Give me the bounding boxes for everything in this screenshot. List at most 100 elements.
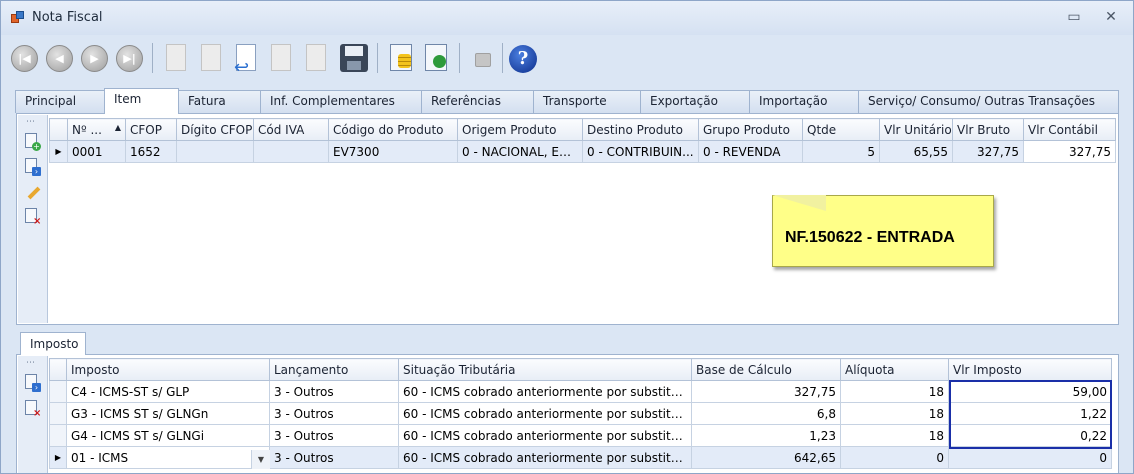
last-record-icon: ▶| bbox=[116, 45, 143, 72]
col-vlr-imposto[interactable]: Vlr Imposto bbox=[948, 358, 1112, 381]
cell-vlr-unitario[interactable]: 65,55 bbox=[879, 140, 953, 163]
cell-vlr-imposto[interactable]: 0,22 bbox=[948, 424, 1112, 447]
last-record-button[interactable]: ▶| bbox=[114, 41, 144, 75]
col-cfop[interactable]: CFOP bbox=[125, 118, 177, 141]
cell-origem-produto[interactable]: 0 - NACIONAL, EX... bbox=[457, 140, 583, 163]
add-item-button[interactable]: + bbox=[25, 133, 41, 151]
imposto-select[interactable]: 01 - ICMS bbox=[66, 446, 270, 469]
cell-lancamento[interactable]: 3 - Outros bbox=[269, 402, 399, 425]
cell-vlr-contabil[interactable]: 327,75 bbox=[1023, 140, 1116, 163]
edit-button[interactable] bbox=[196, 41, 226, 75]
col-destino-produto[interactable]: Destino Produto bbox=[582, 118, 699, 141]
cell-vlr-imposto[interactable]: 59,00 bbox=[948, 380, 1112, 403]
cell-situacao[interactable]: 60 - ICMS cobrado anteriormente por subs… bbox=[398, 424, 692, 447]
col-codigo-produto[interactable]: Código do Produto bbox=[328, 118, 458, 141]
cell-situacao[interactable]: 60 - ICMS cobrado anteriormente por subs… bbox=[398, 446, 692, 469]
grip-handle[interactable]: ⋯ bbox=[26, 117, 36, 127]
col-lancamento[interactable]: Lançamento bbox=[269, 358, 399, 381]
col-digito-cfop[interactable]: Dígito CFOP bbox=[176, 118, 254, 141]
new-button[interactable] bbox=[161, 41, 191, 75]
table-row[interactable]: C4 - ICMS-ST s/ GLP 3 - Outros 60 - ICMS… bbox=[49, 380, 1112, 403]
cell-codigo-produto[interactable]: EV7300 bbox=[328, 140, 458, 163]
col-imposto[interactable]: Imposto bbox=[66, 358, 270, 381]
close-button[interactable]: ✕ bbox=[1098, 7, 1124, 27]
grip-handle[interactable]: ⋯ bbox=[26, 358, 36, 368]
cell-vlr-bruto[interactable]: 327,75 bbox=[952, 140, 1024, 163]
insert-item-button[interactable]: › bbox=[25, 158, 41, 176]
cell-qtde[interactable]: 5 bbox=[802, 140, 880, 163]
col-situacao-tributaria[interactable]: Situação Tributária bbox=[398, 358, 692, 381]
tax-table: Imposto Lançamento Situação Tributária B… bbox=[49, 358, 1112, 469]
tab-exportacao[interactable]: Exportação bbox=[640, 90, 750, 113]
next-record-button[interactable]: ▶ bbox=[79, 41, 109, 75]
table-row[interactable]: G3 - ICMS ST s/ GLNGn 3 - Outros 60 - IC… bbox=[49, 402, 1112, 425]
tab-imposto[interactable]: Imposto bbox=[20, 332, 86, 355]
table-row[interactable]: G4 - ICMS ST s/ GLNGi 3 - Outros 60 - IC… bbox=[49, 424, 1112, 447]
cell-situacao[interactable]: 60 - ICMS cobrado anteriormente por subs… bbox=[398, 380, 692, 403]
row-indicator bbox=[49, 380, 67, 403]
save-button[interactable] bbox=[338, 41, 368, 75]
refresh-doc-button[interactable] bbox=[421, 41, 451, 75]
table-row[interactable]: ▶ 0001 1652 EV7300 0 - NACIONAL, EX... 0… bbox=[49, 140, 1116, 163]
redo-button[interactable] bbox=[301, 41, 331, 75]
cell-aliquota[interactable]: 0 bbox=[840, 446, 949, 469]
cell-digito-cfop[interactable] bbox=[176, 140, 254, 163]
col-origem-produto[interactable]: Origem Produto bbox=[457, 118, 583, 141]
col-numero[interactable]: Nº ... ▲ bbox=[67, 118, 126, 141]
cell-vlr-imposto[interactable]: 1,22 bbox=[948, 402, 1112, 425]
minimize-button[interactable]: ▭ bbox=[1061, 7, 1087, 27]
row-indicator-header bbox=[49, 358, 67, 381]
cell-base-calculo[interactable]: 642,65 bbox=[691, 446, 841, 469]
first-record-button[interactable]: |◀ bbox=[9, 41, 39, 75]
cell-aliquota[interactable]: 18 bbox=[840, 380, 949, 403]
col-vlr-contabil[interactable]: Vlr Contábil bbox=[1023, 118, 1116, 141]
cell-imposto[interactable]: G4 - ICMS ST s/ GLNGi bbox=[66, 424, 270, 447]
col-base-calculo[interactable]: Base de Cálculo bbox=[691, 358, 841, 381]
col-cod-iva[interactable]: Cód IVA bbox=[253, 118, 329, 141]
cell-base-calculo[interactable]: 1,23 bbox=[691, 424, 841, 447]
cell-lancamento[interactable]: 3 - Outros bbox=[269, 446, 399, 469]
chevron-down-icon[interactable]: ▼ bbox=[251, 450, 270, 469]
cell-lancamento[interactable]: 3 - Outros bbox=[269, 380, 399, 403]
undo-button[interactable]: ↩ bbox=[231, 41, 261, 78]
cell-cod-iva[interactable] bbox=[253, 140, 329, 163]
prev-record-button[interactable]: ◀ bbox=[44, 41, 74, 75]
tab-inf-complementares[interactable]: Inf. Complementares bbox=[260, 90, 422, 113]
col-grupo-produto[interactable]: Grupo Produto bbox=[698, 118, 803, 141]
cell-grupo-produto[interactable]: 0 - REVENDA bbox=[698, 140, 803, 163]
col-qtde[interactable]: Qtde bbox=[802, 118, 880, 141]
col-aliquota[interactable]: Alíquota bbox=[840, 358, 949, 381]
cell-aliquota[interactable]: 18 bbox=[840, 402, 949, 425]
cell-lancamento[interactable]: 3 - Outros bbox=[269, 424, 399, 447]
calc-tax-button[interactable] bbox=[386, 41, 416, 75]
tab-importacao[interactable]: Importação bbox=[749, 90, 859, 113]
cancel-button[interactable] bbox=[266, 41, 296, 75]
cell-imposto[interactable]: C4 - ICMS-ST s/ GLP bbox=[66, 380, 270, 403]
edit-item-button[interactable] bbox=[25, 183, 41, 201]
help-button[interactable]: ? bbox=[507, 41, 537, 75]
lock-button[interactable] bbox=[467, 41, 497, 75]
tab-fatura[interactable]: Fatura bbox=[178, 90, 261, 113]
tab-referencias[interactable]: Referências bbox=[421, 90, 534, 113]
cell-vlr-imposto[interactable]: 0 bbox=[948, 446, 1112, 469]
cell-base-calculo[interactable]: 327,75 bbox=[691, 380, 841, 403]
insert-tax-button[interactable]: › bbox=[25, 374, 41, 392]
cell-base-calculo[interactable]: 6,8 bbox=[691, 402, 841, 425]
col-vlr-unitario[interactable]: Vlr Unitário bbox=[879, 118, 953, 141]
edit-item-icon bbox=[27, 186, 41, 200]
tab-transporte[interactable]: Transporte bbox=[533, 90, 641, 113]
cell-destino-produto[interactable]: 0 - CONTRIBUIN... bbox=[582, 140, 699, 163]
items-table: Nº ... ▲ CFOP Dígito CFOP Cód IVA Código… bbox=[49, 118, 1116, 163]
tab-principal[interactable]: Principal bbox=[15, 90, 105, 113]
tab-item[interactable]: Item bbox=[104, 88, 179, 114]
delete-item-button[interactable]: × bbox=[25, 208, 41, 227]
cell-situacao[interactable]: 60 - ICMS cobrado anteriormente por subs… bbox=[398, 402, 692, 425]
cell-imposto[interactable]: G3 - ICMS ST s/ GLNGn bbox=[66, 402, 270, 425]
table-row[interactable]: ▶ 01 - ICMS 3 - Outros 60 - ICMS cobrado… bbox=[49, 446, 1112, 469]
delete-tax-button[interactable]: × bbox=[25, 400, 41, 419]
tab-servico-consumo[interactable]: Serviço/ Consumo/ Outras Transações bbox=[858, 90, 1119, 113]
cell-aliquota[interactable]: 18 bbox=[840, 424, 949, 447]
cell-cfop[interactable]: 1652 bbox=[125, 140, 177, 163]
cell-numero[interactable]: 0001 bbox=[67, 140, 126, 163]
col-vlr-bruto[interactable]: Vlr Bruto bbox=[952, 118, 1024, 141]
